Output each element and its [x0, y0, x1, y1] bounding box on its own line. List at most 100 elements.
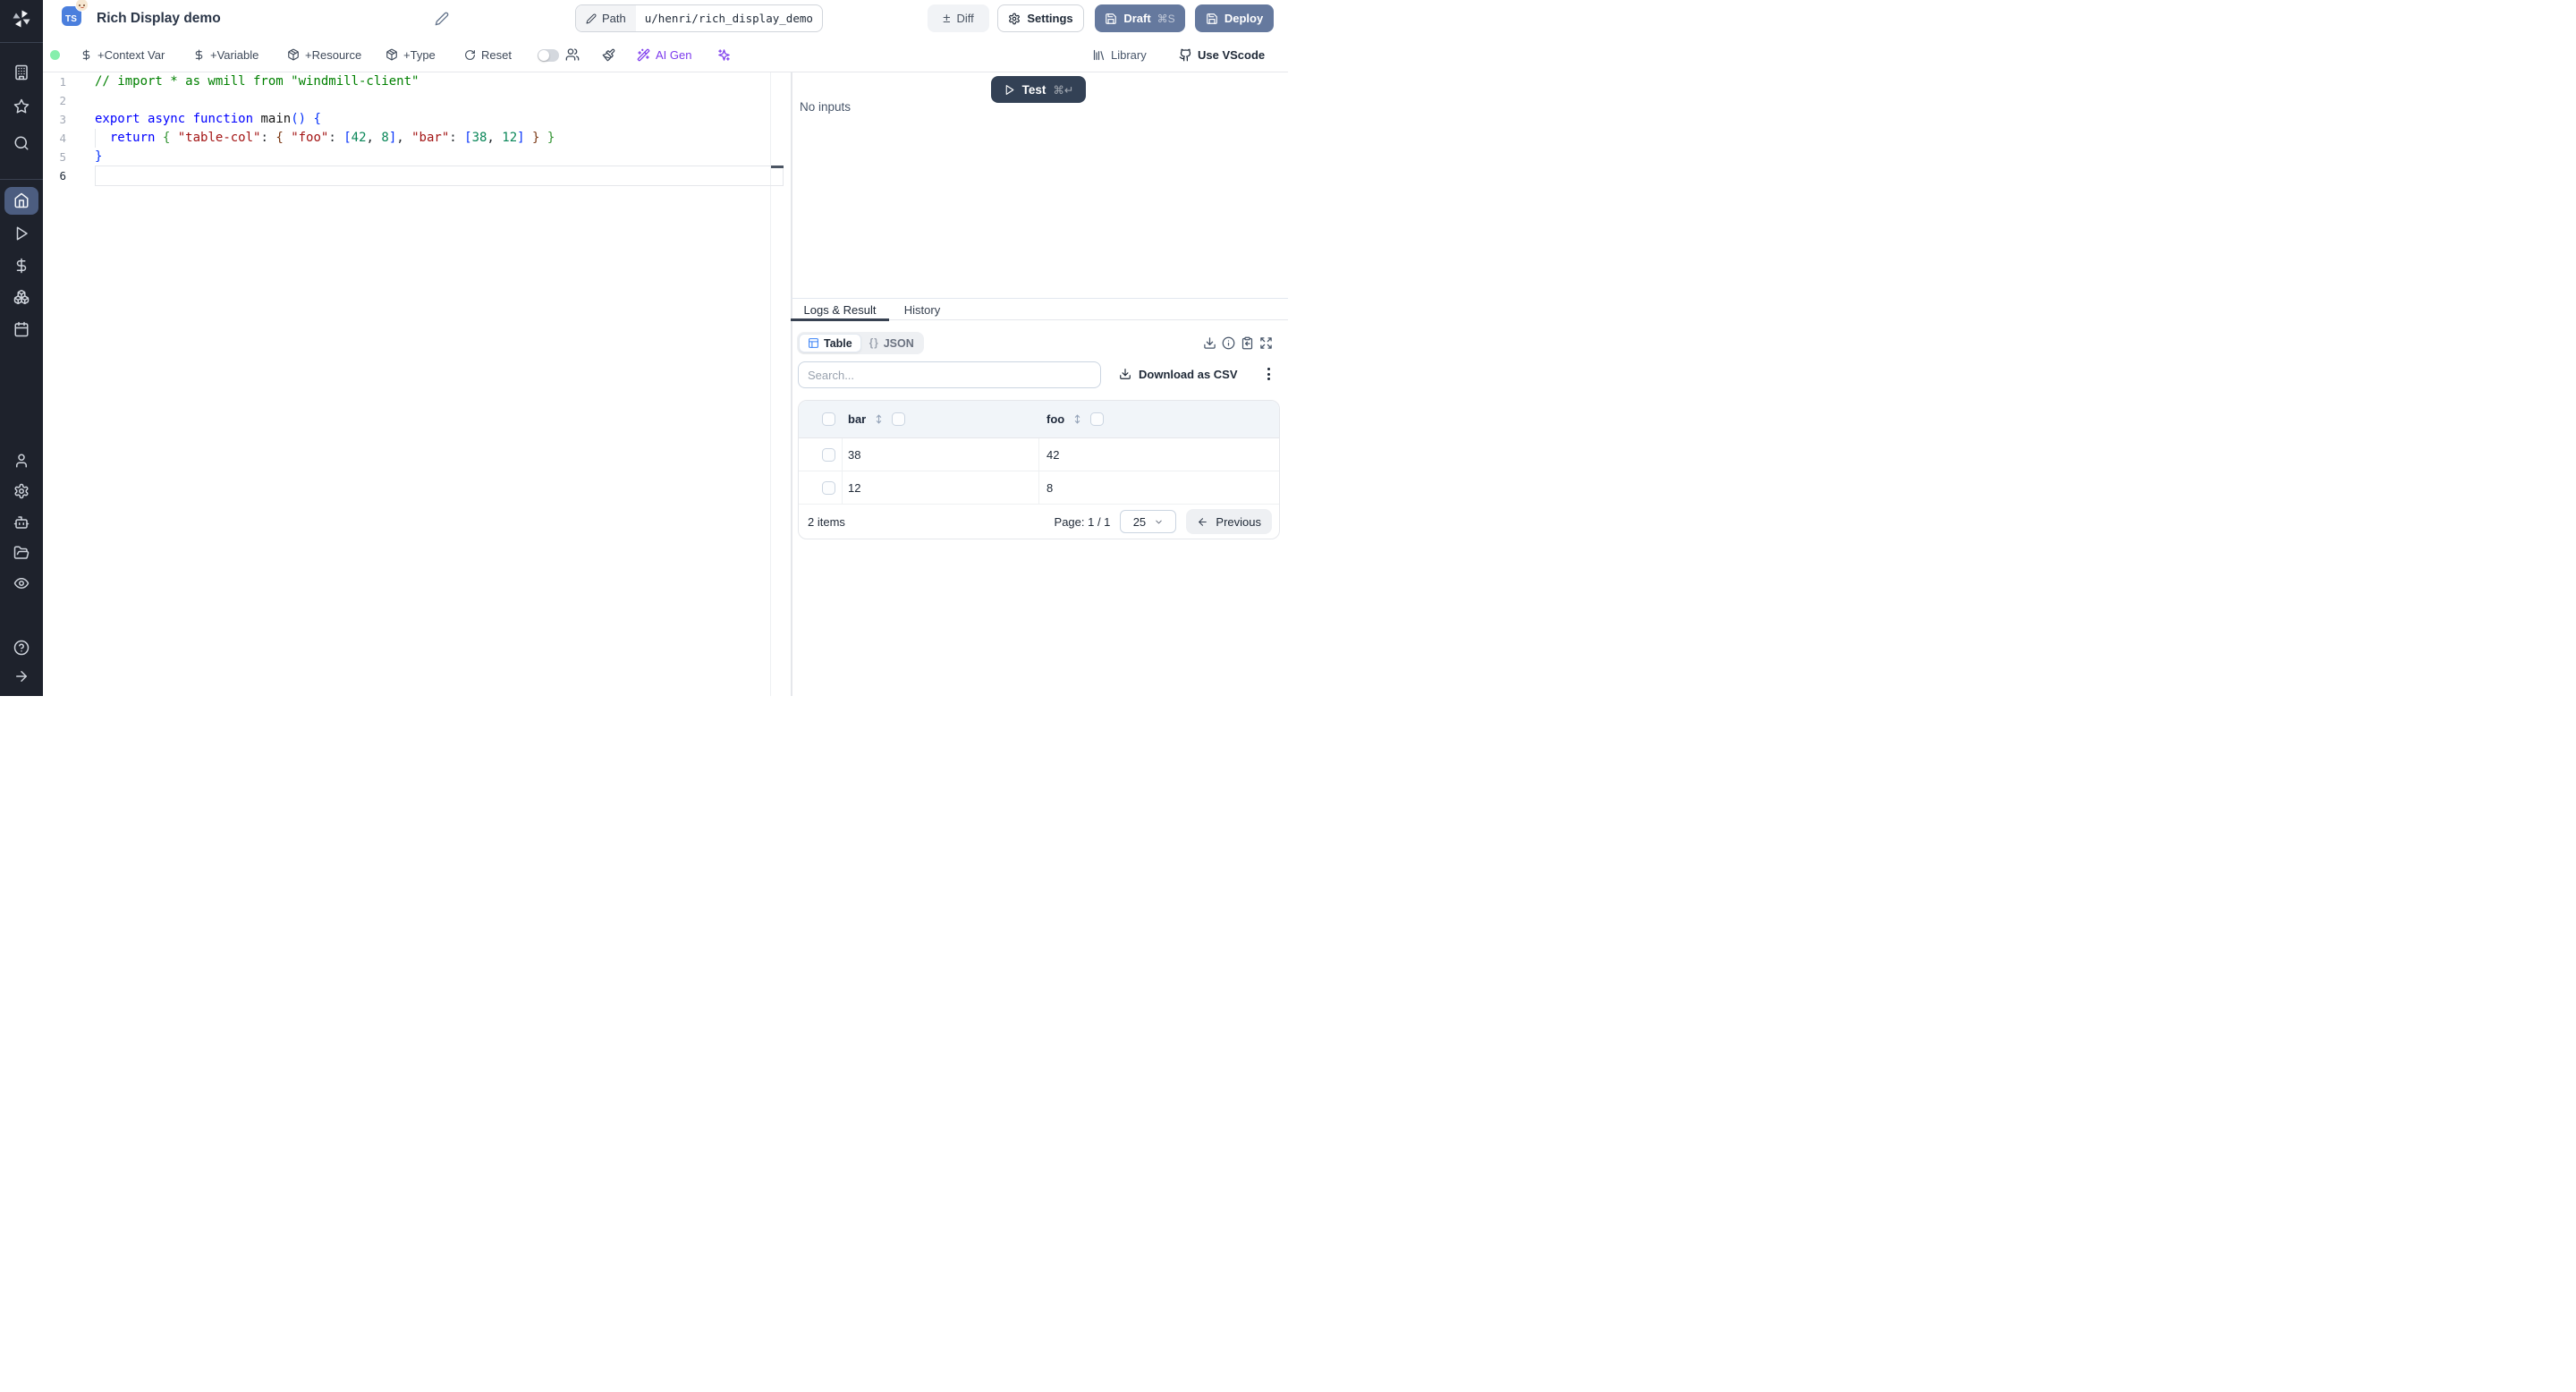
multiplayer-button[interactable] [565, 38, 580, 72]
item-count: 2 items [808, 514, 845, 529]
sidebar-collapse-icon[interactable] [13, 668, 30, 684]
ai-sparkles-button[interactable] [717, 38, 731, 72]
tab-history[interactable]: History [889, 299, 955, 320]
column-toggle-checkbox[interactable] [1090, 412, 1105, 426]
sidebar-item-help-icon[interactable] [13, 640, 30, 656]
tab-logs-result[interactable]: Logs & Result [791, 299, 889, 320]
save-icon [1106, 13, 1117, 24]
sidebar-item-search-icon[interactable] [13, 135, 30, 151]
package-icon [386, 48, 397, 61]
sidebar-item-settings-icon[interactable] [13, 483, 30, 499]
library-button[interactable]: Library [1092, 38, 1147, 72]
pencil-icon [586, 13, 597, 23]
no-inputs-label: No inputs [800, 100, 852, 114]
line-number: 2 [59, 94, 66, 107]
line-number: 6 [59, 169, 66, 182]
sidebar-item-users-icon[interactable] [13, 453, 30, 469]
previous-page-button[interactable]: Previous [1186, 509, 1272, 534]
users-icon [565, 48, 580, 61]
table-row: 38 42 [799, 438, 1279, 471]
add-variable-button[interactable]: +Variable [193, 38, 258, 72]
copy-result-icon[interactable] [1241, 336, 1254, 350]
sparkles-icon [718, 48, 730, 61]
result-tabbar: Logs & Result History [791, 299, 1288, 321]
magic-wand-icon [637, 48, 650, 61]
windmill-logo-icon[interactable] [11, 8, 32, 30]
result-table: bar foo 38 42 12 8 2 items Page: 1 / 1 25 [798, 400, 1280, 539]
sidebar-item-workspace-icon[interactable] [13, 64, 30, 81]
table-options-kebab[interactable] [1261, 361, 1275, 387]
diff-icon: ± [943, 11, 951, 26]
row-checkbox[interactable] [822, 480, 835, 495]
table-row: 12 8 [799, 471, 1279, 505]
download-result-icon[interactable] [1203, 336, 1216, 350]
column-header-bar[interactable]: bar [848, 412, 866, 426]
sidebar-item-home[interactable] [4, 187, 38, 215]
format-button[interactable] [602, 38, 615, 72]
sidebar-divider [0, 42, 43, 43]
table-body: 38 42 12 8 [799, 438, 1279, 505]
test-shortcut: ⌘↵ [1053, 83, 1074, 97]
add-resource-button[interactable]: +Resource [287, 38, 361, 72]
search-input[interactable] [798, 361, 1101, 388]
cell-foo: 42 [1046, 447, 1060, 462]
code-line: return { "table-col": { "foo": [42, 8], … [109, 131, 555, 145]
edit-title-pencil-icon[interactable] [435, 12, 449, 26]
use-vscode-button[interactable]: Use VScode [1179, 38, 1265, 72]
save-draft-button[interactable]: Draft ⌘S [1095, 4, 1185, 32]
gear-icon [1009, 13, 1021, 24]
sidebar-item-schedules-icon[interactable] [13, 321, 30, 337]
sidebar-item-folders-icon[interactable] [13, 545, 30, 561]
sidebar-item-variables-icon[interactable] [13, 258, 30, 274]
sidebar-item-audit-icon[interactable] [13, 575, 30, 591]
reset-button[interactable]: Reset [464, 38, 512, 72]
line-number: 4 [59, 132, 66, 145]
path-field[interactable]: Path u/henri/rich_display_demo [575, 4, 823, 32]
draft-shortcut: ⌘S [1157, 12, 1175, 25]
column-header-foo[interactable]: foo [1046, 412, 1064, 426]
sidebar-item-favorites-icon[interactable] [13, 98, 30, 115]
line-number: 5 [59, 150, 66, 164]
line-number: 1 [59, 75, 66, 89]
diff-button[interactable]: ± Diff [928, 4, 989, 32]
active-tab-underline [791, 318, 889, 321]
collab-toggle[interactable] [538, 49, 559, 62]
add-type-button[interactable]: +Type [386, 38, 436, 72]
settings-button[interactable]: Settings [997, 4, 1084, 32]
sort-icon[interactable] [1072, 413, 1083, 425]
view-table-option[interactable]: Table [799, 334, 861, 352]
test-run-button[interactable]: Test ⌘↵ [991, 76, 1086, 103]
cell-bar: 38 [848, 447, 861, 462]
package-icon [288, 48, 299, 61]
sidebar-item-resources-icon[interactable] [13, 289, 30, 305]
download-csv-button[interactable]: Download as CSV [1119, 361, 1238, 387]
code-content: // import * as wmill from "windmill-clie… [95, 72, 555, 185]
sidebar-item-runs-icon[interactable] [13, 225, 30, 242]
select-all-checkbox[interactable] [822, 412, 835, 426]
play-icon [1005, 84, 1013, 95]
status-dot [50, 50, 60, 60]
save-icon [1206, 13, 1217, 24]
view-json-option[interactable]: {} JSON [861, 334, 922, 352]
column-toggle-checkbox[interactable] [892, 412, 906, 426]
row-checkbox[interactable] [822, 447, 835, 462]
view-switcher: Table {} JSON [797, 332, 924, 354]
braces-icon: {} [869, 337, 879, 349]
cell-foo: 8 [1046, 480, 1054, 495]
sidebar-divider [0, 179, 43, 180]
editor-toolbar: +Context Var +Variable +Resource +Type R… [43, 38, 1288, 72]
code-editor[interactable]: 1 2 3 4 5 6 // import * as wmill from "windmi… [43, 72, 791, 696]
overview-ruler-cursor-mark [771, 166, 784, 168]
add-context-var-button[interactable]: +Context Var [80, 38, 165, 72]
sort-icon[interactable] [873, 413, 885, 425]
expand-result-icon[interactable] [1259, 336, 1273, 350]
info-icon[interactable] [1222, 336, 1235, 350]
deploy-button[interactable]: Deploy [1195, 4, 1274, 32]
table-header-row: bar foo [799, 401, 1279, 438]
sidebar-item-workers-icon[interactable] [13, 514, 30, 530]
ai-gen-button[interactable]: AI Gen [637, 38, 691, 72]
page-size-select[interactable]: 25 [1120, 510, 1177, 533]
page-title: Rich Display demo [97, 11, 221, 26]
toggle-knob [538, 50, 549, 61]
